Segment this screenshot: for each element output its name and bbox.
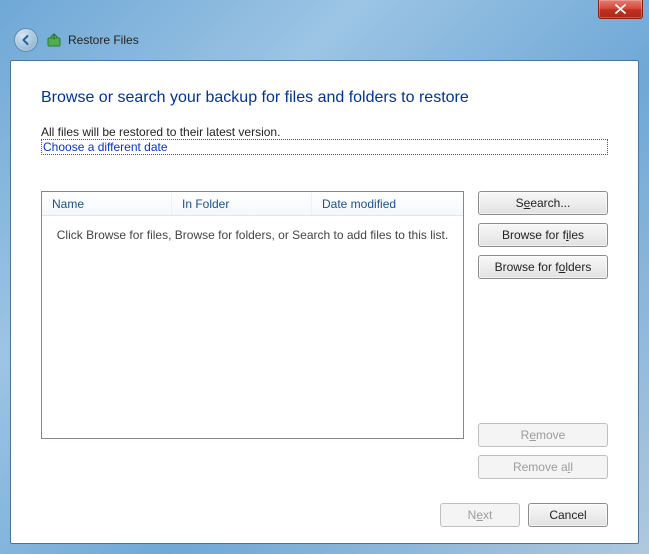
toolbar: Restore Files [14, 28, 635, 52]
browse-folders-button[interactable]: Browse for folders [478, 255, 608, 279]
browse-files-button[interactable]: Browse for files [478, 223, 608, 247]
back-button[interactable] [14, 28, 38, 52]
search-button[interactable]: Seearch... [478, 191, 608, 215]
cancel-button[interactable]: Cancel [528, 503, 608, 527]
page-heading: Browse or search your backup for files a… [41, 89, 608, 107]
window-title: Restore Files [68, 33, 139, 47]
restore-icon [46, 32, 62, 48]
close-button[interactable] [598, 0, 643, 19]
column-name[interactable]: Name [42, 192, 172, 215]
file-list[interactable]: Name In Folder Date modified Click Brows… [41, 191, 464, 439]
list-header: Name In Folder Date modified [42, 192, 463, 216]
content-panel: Browse or search your backup for files a… [10, 60, 639, 544]
back-arrow-icon [20, 34, 32, 46]
next-button: Next [440, 503, 520, 527]
footer: Next Cancel [41, 503, 608, 527]
column-date[interactable]: Date modified [312, 192, 463, 215]
remove-all-button: Remove all [478, 455, 608, 479]
column-folder[interactable]: In Folder [172, 192, 312, 215]
list-empty-text: Click Browse for files, Browse for folde… [42, 216, 463, 438]
side-buttons: Seearch... Browse for files Browse for f… [478, 191, 608, 479]
choose-date-link[interactable]: Choose a different date [41, 139, 608, 155]
remove-button: Remove [478, 423, 608, 447]
close-icon [615, 4, 626, 14]
title-area: Restore Files [46, 32, 139, 48]
version-note: All files will be restored to their late… [41, 125, 608, 139]
